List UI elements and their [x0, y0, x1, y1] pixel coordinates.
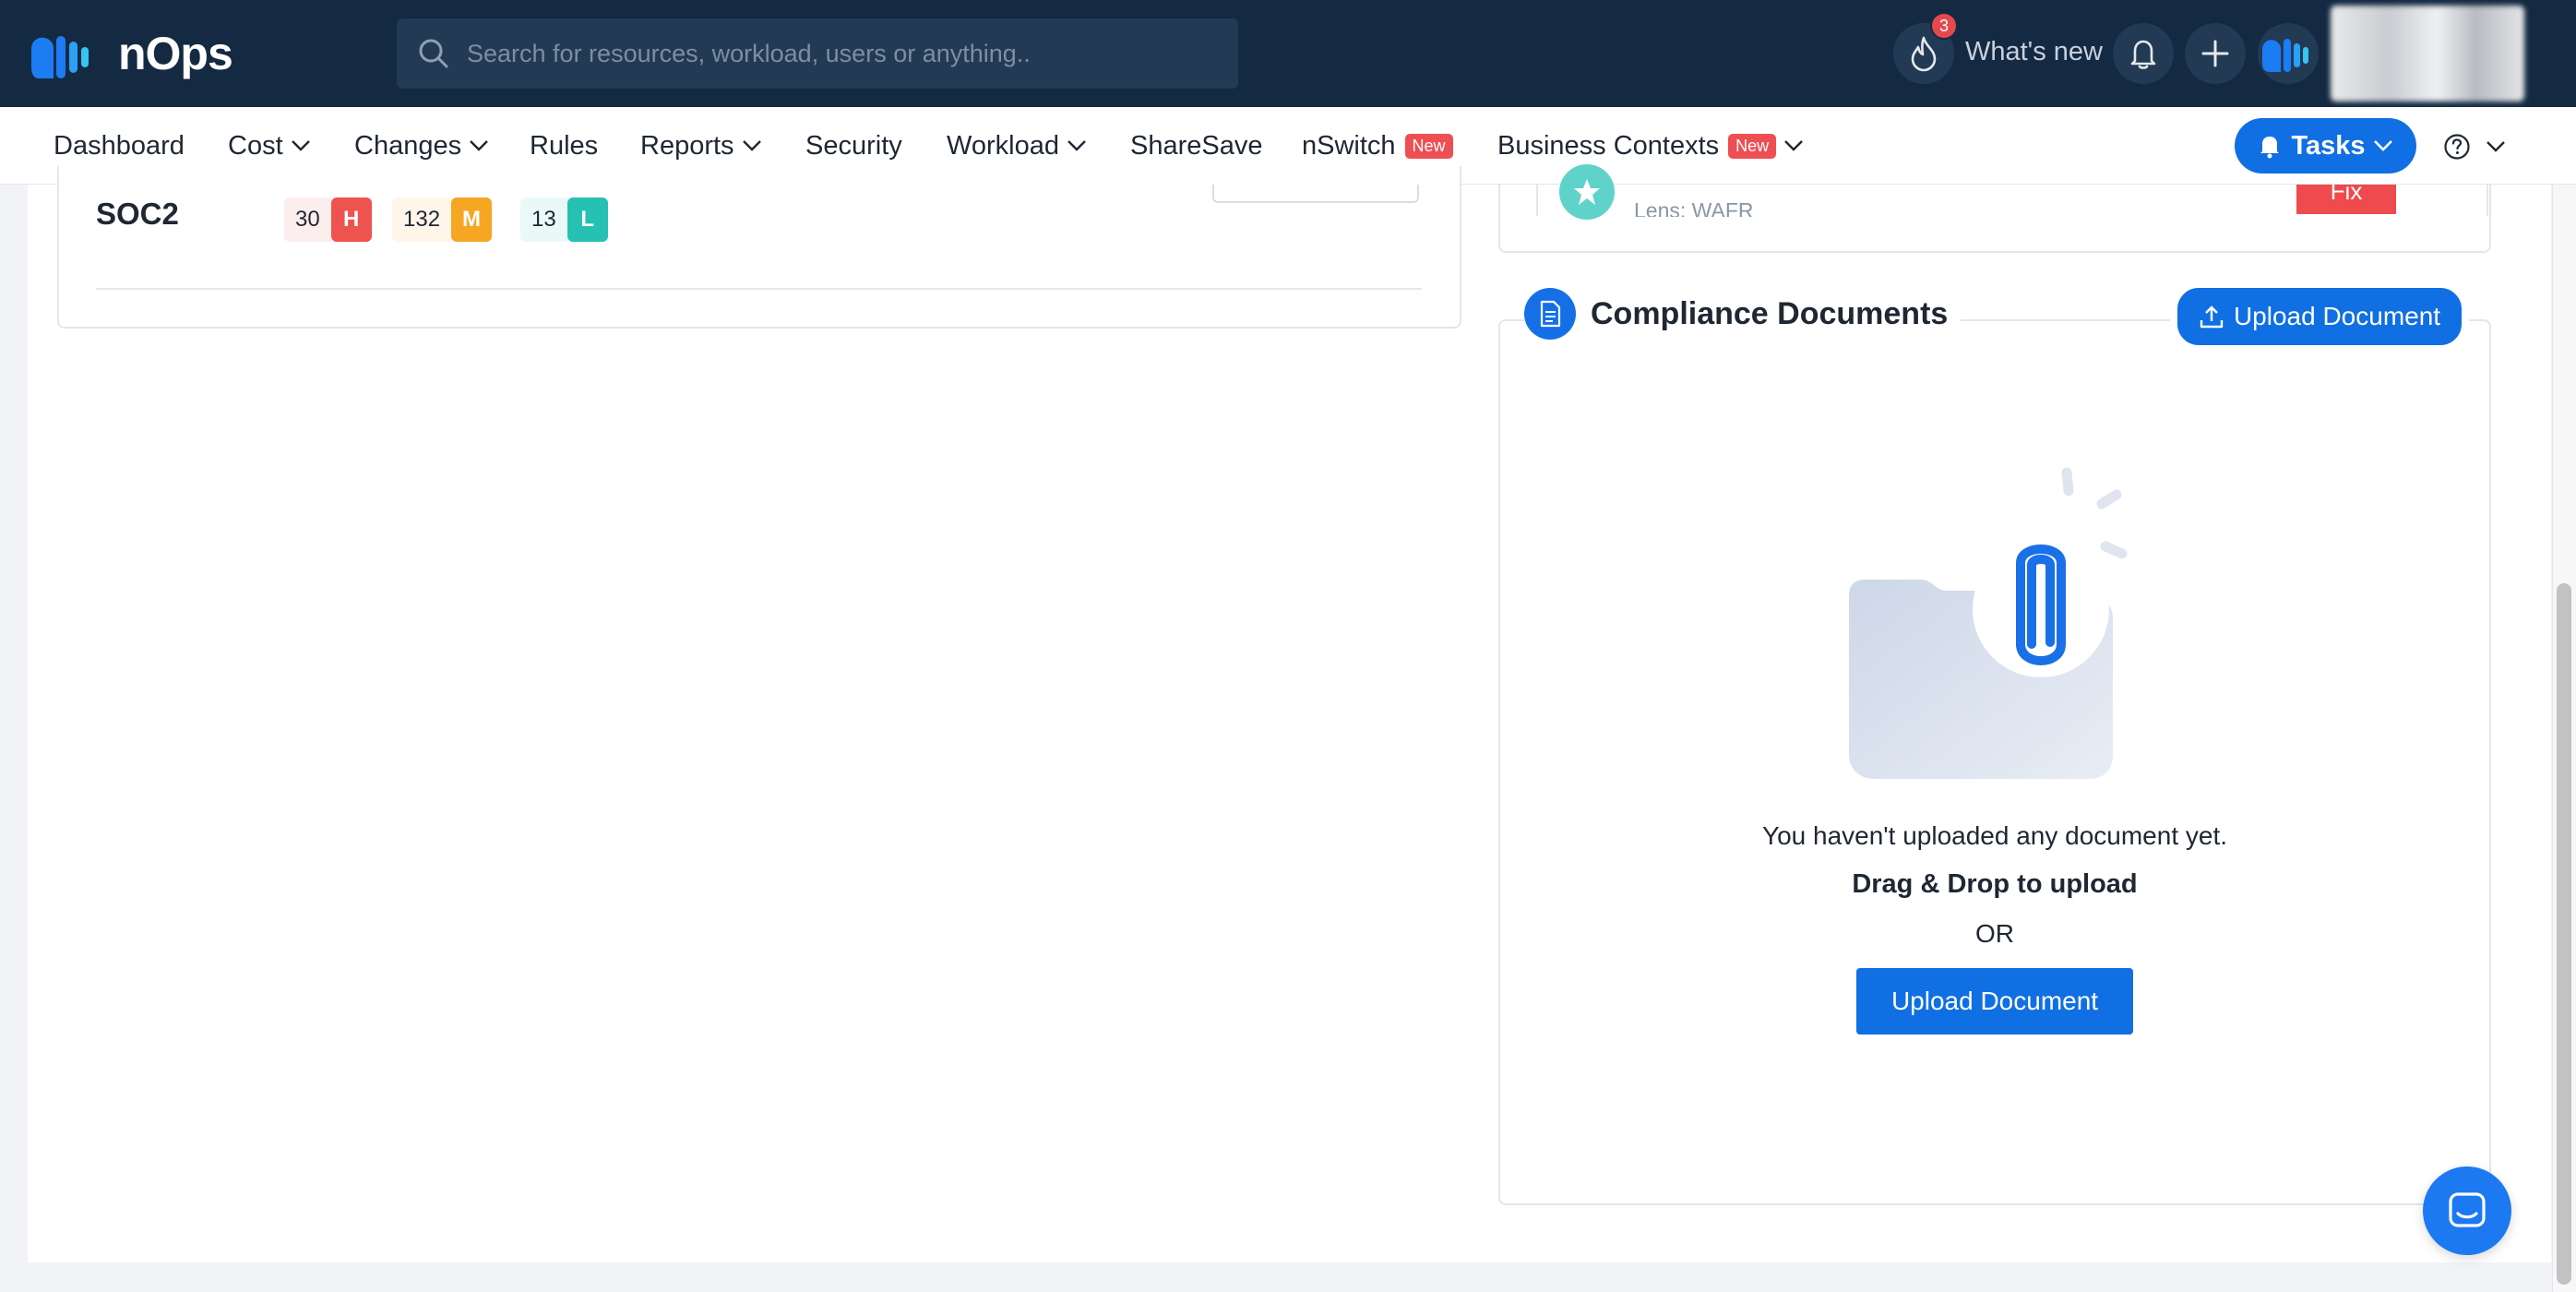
medium-count: 132: [392, 197, 452, 242]
nav-label: Workload: [947, 130, 1059, 161]
page-scrollbar-thumb[interactable]: [2557, 583, 2571, 1285]
folder-paperclip-icon: [1849, 467, 2128, 779]
tasks-label: Tasks: [2291, 130, 2366, 161]
new-badge: New: [1728, 133, 1777, 159]
compliance-documents-header: Compliance Documents: [1524, 288, 1962, 340]
chevron-down-icon: [742, 140, 761, 151]
help-menu[interactable]: [2443, 133, 2506, 161]
nav-label: Security: [805, 130, 902, 161]
search-icon: [417, 37, 450, 75]
nav-business-contexts[interactable]: Business Contexts New: [1497, 107, 1804, 185]
tasks-button[interactable]: Tasks: [2235, 118, 2416, 173]
fix-label: Fix: [2330, 185, 2363, 205]
nops-logo-icon: [31, 36, 89, 78]
low-severity-badge: 13 L: [520, 197, 608, 242]
high-count: 30: [284, 197, 331, 242]
empty-state-message: You haven't uploaded any document yet.: [1761, 821, 2228, 850]
chevron-down-icon: [2373, 140, 2392, 151]
add-button[interactable]: [2185, 23, 2246, 84]
framework-name: SOC2: [96, 197, 179, 231]
nav-label: Changes: [354, 130, 462, 161]
bell-icon: [2130, 40, 2156, 69]
divider: [96, 288, 1422, 290]
notification-count-badge: 3: [1930, 12, 1958, 40]
app-name: nOps: [118, 28, 233, 79]
top-bar: nOps 3 What's new: [0, 0, 2576, 107]
high-severity-badge: 30 H: [284, 197, 372, 242]
lens-label: Lens: WAFR: [1634, 198, 1754, 217]
search-input[interactable]: [465, 18, 1222, 89]
low-label: L: [566, 197, 608, 242]
nops-logo[interactable]: nOps: [26, 26, 233, 81]
notifications-button[interactable]: [2113, 23, 2174, 84]
upload-document-header-button[interactable]: Upload Document: [2170, 281, 2469, 353]
compliance-documents-title: Compliance Documents: [1591, 295, 1949, 331]
plus-icon: [2201, 40, 2229, 67]
account-avatar[interactable]: [2258, 23, 2319, 84]
nops-account-icon: [2262, 39, 2308, 72]
chat-icon: [2449, 1192, 2486, 1227]
chat-launcher-button[interactable]: [2423, 1166, 2511, 1255]
chevron-down-icon: [1067, 140, 1086, 151]
medium-severity-badge: 132 M: [392, 197, 493, 242]
whats-new-label[interactable]: What's new: [1965, 37, 2103, 67]
upload-icon: [2200, 305, 2224, 329]
nav-label: nSwitch: [1302, 130, 1396, 161]
flame-icon: [1911, 36, 1937, 72]
nav-label: Dashboard: [54, 130, 185, 161]
fix-button[interactable]: Fix: [2296, 185, 2396, 214]
chevron-down-icon: [291, 140, 310, 151]
document-icon: [1524, 288, 1576, 340]
new-badge: New: [1404, 133, 1453, 159]
or-separator: OR: [1975, 919, 2014, 948]
star-icon: [1559, 164, 1615, 220]
upload-document-button[interactable]: Upload Document: [1856, 968, 2133, 1035]
nav-label: Reports: [640, 130, 734, 161]
chevron-down-icon: [470, 140, 488, 151]
user-name-redacted[interactable]: [2331, 6, 2524, 102]
help-icon: [2444, 134, 2470, 160]
high-label: H: [330, 197, 372, 242]
nav-label: ShareSave: [1130, 130, 1263, 161]
chevron-down-icon: [2487, 141, 2505, 152]
bell-icon: [2260, 137, 2280, 159]
frameworks-action-button[interactable]: [1212, 185, 1419, 203]
drag-drop-label: Drag & Drop to upload: [1852, 869, 2138, 899]
nav-label: Business Contexts: [1497, 130, 1720, 161]
global-search[interactable]: [397, 18, 1238, 89]
chevron-down-icon: [1784, 140, 1804, 151]
medium-label: M: [451, 197, 493, 242]
low-count: 13: [520, 197, 567, 242]
nav-label: Rules: [530, 130, 599, 161]
upload-document-header-label: Upload Document: [2233, 302, 2441, 330]
nav-label: Cost: [228, 130, 283, 161]
